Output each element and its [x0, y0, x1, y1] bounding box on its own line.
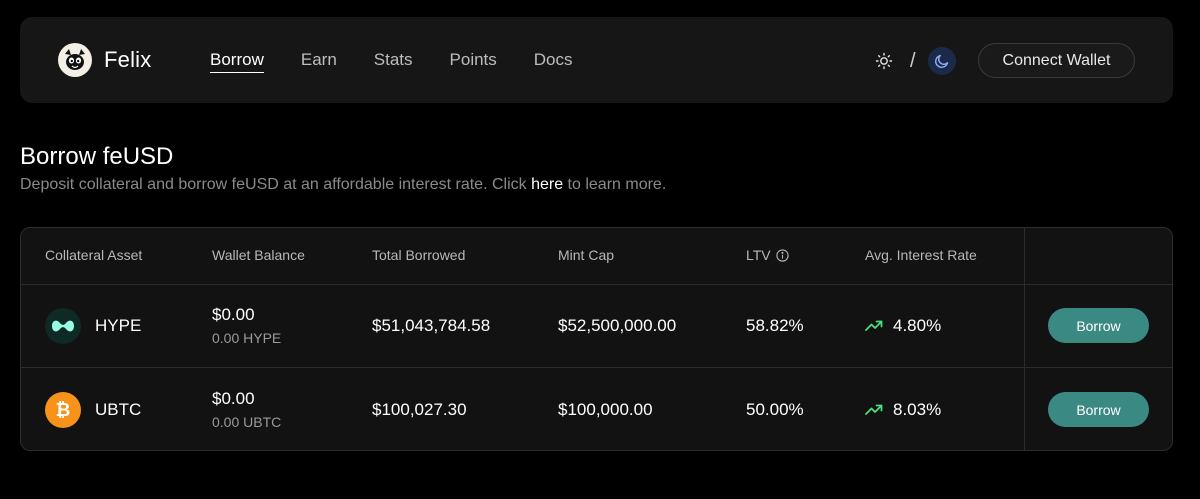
- wallet-balance-usd: $0.00: [212, 389, 255, 408]
- wallet-balance-usd: $0.00: [212, 305, 255, 324]
- nav-link-stats[interactable]: Stats: [374, 48, 413, 73]
- mint-cap: $52,500,000.00: [558, 316, 677, 335]
- brand-name: Felix: [104, 47, 152, 72]
- moon-icon: [934, 54, 948, 69]
- theme-toggle: /: [870, 47, 956, 75]
- wallet-balance-token: 0.00 HYPE: [212, 330, 282, 346]
- svg-text:₿: ₿: [56, 400, 71, 421]
- interest-rate: 8.03%: [865, 400, 941, 420]
- light-mode-button[interactable]: [870, 47, 898, 75]
- total-borrowed: $51,043,784.58: [372, 316, 491, 335]
- borrow-button[interactable]: Borrow: [1048, 308, 1149, 343]
- column-header-collateral-asset: Collateral Asset: [45, 247, 143, 263]
- column-header-total-borrowed: Total Borrowed: [372, 247, 466, 263]
- asset-name: HYPE: [95, 316, 142, 335]
- nav-link-borrow[interactable]: Borrow: [210, 48, 264, 73]
- ltv-value: 58.82%: [746, 316, 804, 335]
- table-row: ₿ UBTC $0.00 0.00 UBTC $100,027.30 $100,…: [21, 369, 1172, 450]
- sun-icon: [875, 52, 893, 70]
- subtitle-text: Deposit collateral and borrow feUSD at a…: [20, 176, 532, 193]
- nav-link-points[interactable]: Points: [450, 48, 497, 73]
- interest-rate-value: 8.03%: [893, 400, 942, 419]
- page-title: Borrow feUSD: [20, 143, 174, 170]
- dark-mode-button[interactable]: [927, 47, 956, 75]
- trend-up-icon: [865, 404, 883, 415]
- ltv-label: LTV: [746, 247, 771, 263]
- trend-up-icon: [865, 320, 883, 331]
- column-header-interest-rate: Avg. Interest Rate: [865, 247, 977, 263]
- collateral-table: Collateral Asset Wallet Balance Total Bo…: [20, 227, 1173, 451]
- total-borrowed: $100,027.30: [372, 400, 467, 419]
- table-header: Collateral Asset Wallet Balance Total Bo…: [21, 228, 1172, 285]
- nav-links: Borrow Earn Stats Points Docs: [210, 48, 610, 73]
- info-icon[interactable]: [775, 248, 789, 262]
- table-row: HYPE $0.00 0.00 HYPE $51,043,784.58 $52,…: [21, 285, 1172, 368]
- interest-rate: 4.80%: [865, 316, 941, 336]
- nav-link-docs[interactable]: Docs: [534, 48, 573, 73]
- hype-icon: [45, 308, 81, 344]
- wallet-balance-token: 0.00 UBTC: [212, 414, 282, 430]
- nav-link-earn[interactable]: Earn: [301, 48, 337, 73]
- top-navbar: Felix Borrow Earn Stats Points Docs / Co…: [20, 17, 1173, 103]
- connect-wallet-button[interactable]: Connect Wallet: [978, 43, 1135, 78]
- felix-logo-icon: [58, 43, 92, 77]
- brand[interactable]: Felix: [58, 43, 151, 77]
- column-header-wallet-balance: Wallet Balance: [212, 247, 305, 263]
- mint-cap: $100,000.00: [558, 400, 653, 419]
- column-header-mint-cap: Mint Cap: [558, 247, 615, 263]
- interest-rate-value: 4.80%: [893, 316, 942, 335]
- bitcoin-icon: ₿: [45, 392, 81, 428]
- learn-more-link[interactable]: here: [531, 176, 563, 193]
- ltv-value: 50.00%: [746, 400, 804, 419]
- theme-separator: /: [910, 49, 916, 72]
- column-header-ltv: LTV: [746, 247, 789, 263]
- borrow-button[interactable]: Borrow: [1048, 392, 1149, 427]
- page-subtitle: Deposit collateral and borrow feUSD at a…: [20, 176, 666, 194]
- asset-name: UBTC: [95, 400, 142, 419]
- subtitle-suffix: to learn more.: [563, 176, 667, 193]
